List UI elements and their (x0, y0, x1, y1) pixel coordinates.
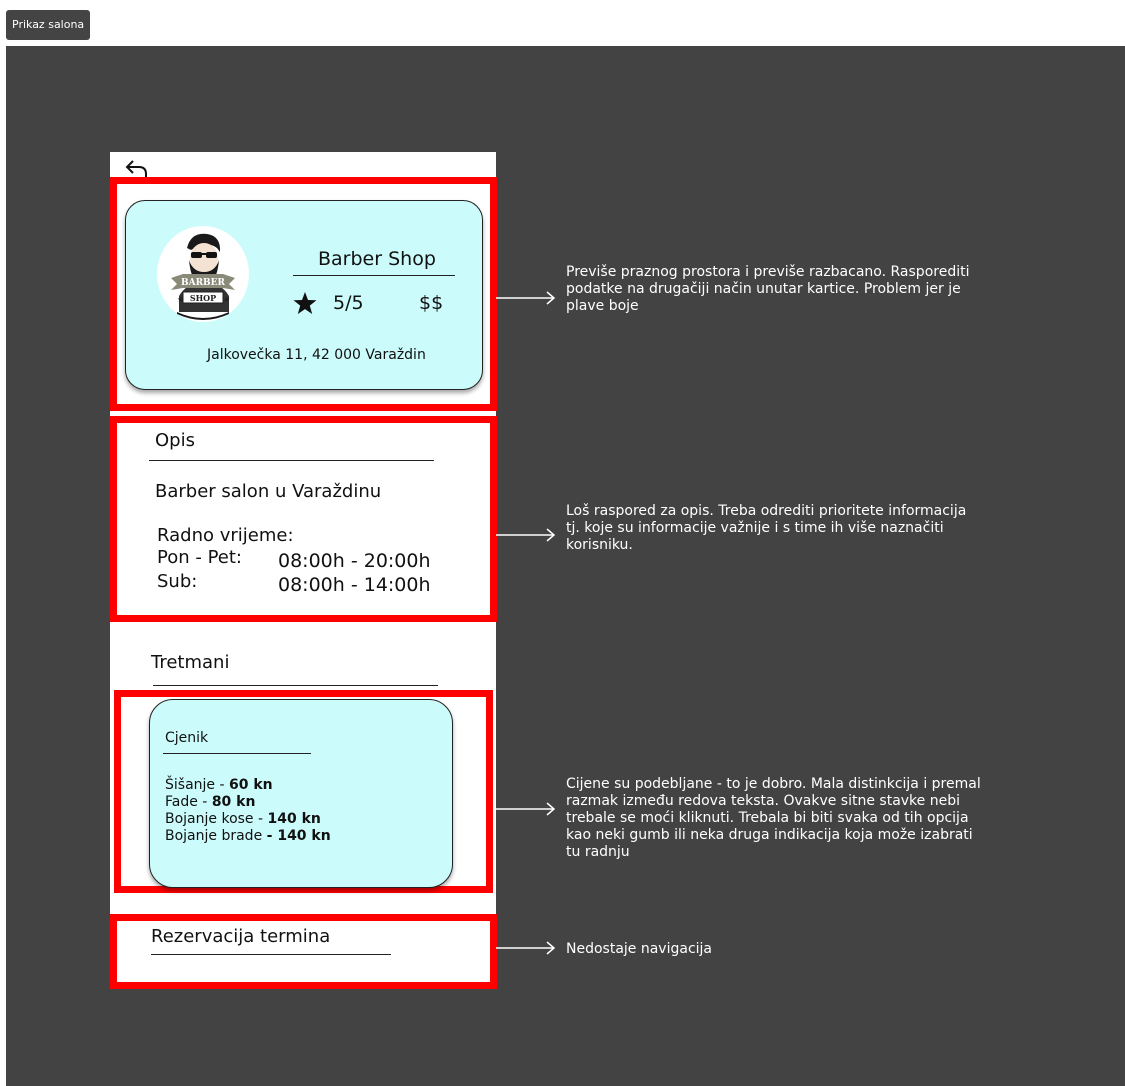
price-item-bojanje-kose[interactable]: Bojanje kose - 140 kn (165, 811, 331, 828)
hours-time-saturday: 08:00h - 14:00h (278, 574, 431, 596)
treatments-divider (153, 685, 438, 686)
hours-time-weekday: 08:00h - 20:00h (278, 550, 431, 572)
price-item-fade[interactable]: Fade - 80 kn (165, 794, 331, 811)
arrow-right-icon (496, 528, 556, 542)
reservation-heading[interactable]: Rezervacija termina (151, 926, 330, 947)
salon-name: Barber Shop (318, 248, 436, 270)
logo-bottom-text: SHOP (190, 293, 216, 303)
svg-text:★: ★ (177, 295, 184, 304)
note-reservation: Nedostaje navigacija (566, 941, 713, 957)
salon-address: Jalkovečka 11, 42 000 Varaždin (207, 347, 426, 363)
salon-name-divider (293, 275, 455, 276)
arrow-right-icon (496, 802, 556, 816)
note-description: Loš raspored za opis. Treba odrediti pri… (566, 503, 967, 553)
barber-logo: BARBER SHOP ★ ★ (157, 226, 249, 322)
hours-day-saturday: Sub: (157, 571, 198, 592)
description-divider (149, 460, 434, 461)
salon-price-level: $$ (419, 292, 444, 314)
pricelist-items: Šišanje - 60 kn Fade - 80 kn Bojanje kos… (165, 777, 331, 845)
barber-logo-graphic: BARBER SHOP ★ ★ (158, 229, 248, 320)
star-icon (293, 292, 317, 314)
price-item-bojanje-brade[interactable]: Bojanje brade - 140 kn (165, 828, 331, 845)
hours-day-weekday: Pon - Pet: (157, 547, 242, 568)
treatments-heading: Tretmani (151, 652, 230, 673)
salon-rating: 5/5 (333, 292, 364, 314)
description-text: Barber salon u Varaždinu (155, 481, 382, 502)
note-header-card: Previše praznog prostora i previše razba… (566, 264, 970, 314)
arrow-right-icon (496, 941, 556, 955)
logo-top-text: BARBER (181, 278, 226, 288)
note-pricelist: Cijene su podebljane - to je dobro. Mala… (566, 776, 981, 860)
reservation-divider (151, 954, 391, 955)
arrow-right-icon (496, 291, 556, 305)
pricelist-title: Cjenik (165, 730, 209, 746)
pricelist-divider (163, 753, 311, 754)
frame-tag[interactable]: Prikaz salona (6, 10, 91, 40)
price-item-sisanje[interactable]: Šišanje - 60 kn (165, 777, 331, 794)
svg-text:★: ★ (223, 295, 230, 304)
hours-label: Radno vrijeme: (157, 525, 294, 546)
description-heading: Opis (155, 430, 195, 451)
